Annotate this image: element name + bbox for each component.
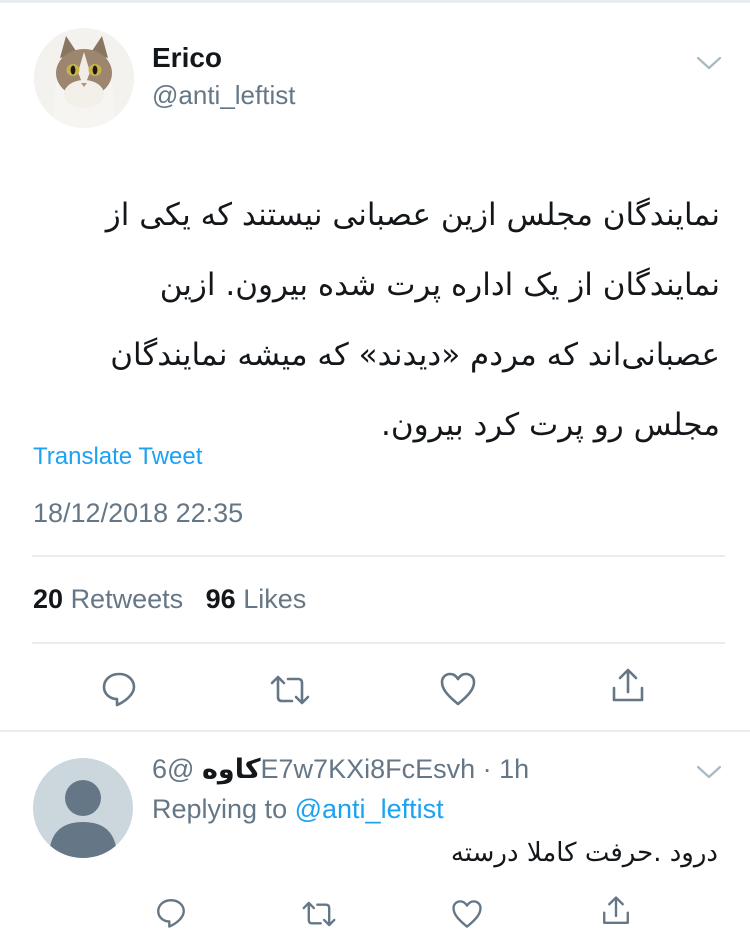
- retweet-label: Retweets: [70, 584, 184, 614]
- reply-header: کاوه @6E7w7KXi8FcEsvh · 1h: [152, 754, 529, 785]
- like-label: Likes: [243, 584, 307, 614]
- like-count: 96: [205, 584, 236, 614]
- reply-display-name[interactable]: کاوه: [202, 754, 261, 785]
- chevron-down-icon[interactable]: [696, 55, 722, 71]
- share-icon: [603, 896, 629, 924]
- chevron-down-icon[interactable]: [696, 764, 722, 780]
- retweet-button[interactable]: [300, 897, 338, 931]
- share-button[interactable]: [609, 666, 647, 706]
- divider: [32, 555, 725, 557]
- like-button[interactable]: [450, 898, 484, 930]
- like-icon: [440, 672, 476, 706]
- reply-button[interactable]: [99, 669, 139, 709]
- replying-label: Replying to: [152, 794, 288, 824]
- share-icon: [612, 668, 644, 702]
- reply-text: درود .حرفت کاملا درسته: [450, 838, 718, 868]
- like-icon: [452, 900, 482, 928]
- retweet-count-link[interactable]: 20 Retweets: [33, 584, 183, 614]
- reply-icon: [102, 672, 136, 707]
- replying-to: Replying to @anti_leftist: [152, 794, 444, 825]
- top-divider: [0, 0, 750, 3]
- tweet-timestamp[interactable]: 18/12/2018 22:35: [33, 498, 243, 529]
- divider: [32, 642, 725, 644]
- retweet-icon: [270, 675, 310, 705]
- translate-tweet-link[interactable]: Translate Tweet: [33, 443, 202, 471]
- avatar[interactable]: [34, 28, 134, 128]
- reply-button[interactable]: [154, 896, 188, 930]
- user-handle[interactable]: @anti_leftist: [152, 80, 295, 111]
- engagement-stats: 20 Retweets 96 Likes: [33, 584, 306, 615]
- like-count-link[interactable]: 96 Likes: [206, 584, 307, 614]
- retweet-icon: [302, 901, 336, 927]
- divider: [0, 730, 750, 732]
- reply-icon: [157, 899, 185, 928]
- tweet-text: نمایندگان مجلس ازین عصبانی نیستند که یکی…: [105, 197, 720, 443]
- retweet-count: 20: [33, 584, 64, 614]
- share-button[interactable]: [600, 894, 632, 928]
- retweet-button[interactable]: [268, 670, 312, 710]
- replying-to-mention[interactable]: @anti_leftist: [295, 794, 444, 824]
- display-name[interactable]: Erico: [152, 42, 222, 74]
- avatar[interactable]: [33, 758, 133, 858]
- like-button[interactable]: [438, 670, 478, 708]
